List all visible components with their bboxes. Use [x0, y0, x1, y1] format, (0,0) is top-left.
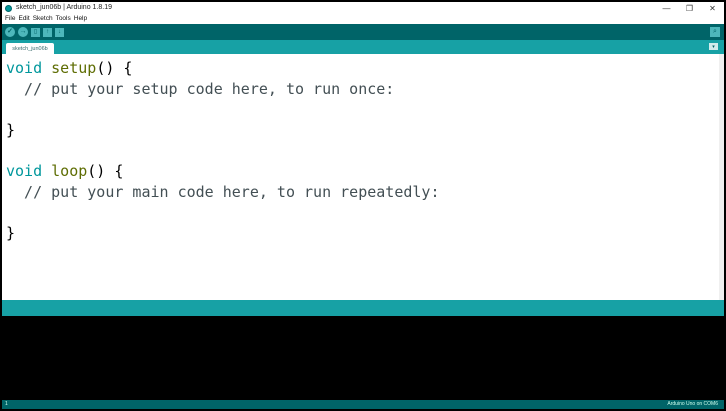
open-sketch-button[interactable]: ↑	[43, 27, 52, 37]
code-line-1: void setup() {	[6, 59, 132, 77]
code-line-4: }	[6, 121, 16, 139]
status-bar	[2, 300, 724, 316]
editor-scrollbar[interactable]	[719, 54, 724, 300]
upload-button[interactable]: →	[18, 27, 28, 37]
window-title: sketch_jun06b | Arduino 1.8.19	[16, 4, 113, 11]
code-line-9: }	[6, 224, 16, 242]
serial-monitor-button[interactable]: ⌕	[710, 27, 720, 37]
menu-tools[interactable]: Tools	[56, 14, 71, 24]
menu-edit[interactable]: Edit	[18, 14, 29, 24]
new-sketch-button[interactable]: ▯	[31, 27, 40, 37]
toolbar: ✓ → ▯ ↑ ↓ ⌕	[2, 24, 724, 40]
function-loop: loop	[51, 162, 88, 180]
menu-bar: File Edit Sketch Tools Help	[2, 14, 724, 24]
window-controls: — ❐ ✕	[655, 2, 724, 14]
menu-help[interactable]: Help	[74, 14, 87, 24]
code-line-7-comment: // put your main code here, to run repea…	[6, 183, 440, 201]
arduino-logo-icon	[5, 4, 12, 12]
footer-bar: 1 Arduino Uno on COM6	[2, 400, 724, 409]
tab-bar: sketch_jun06b ▾	[2, 40, 724, 54]
keyword-void: void	[6, 59, 43, 77]
save-sketch-button[interactable]: ↓	[55, 27, 64, 37]
code-line-6: void loop() {	[6, 162, 123, 180]
verify-button[interactable]: ✓	[5, 27, 15, 37]
code-punct: () {	[87, 162, 124, 180]
code-line-2-comment: // put your setup code here, to run once…	[6, 80, 395, 98]
menu-sketch[interactable]: Sketch	[33, 14, 53, 24]
function-setup: setup	[51, 59, 97, 77]
maximize-button[interactable]: ❐	[678, 2, 701, 14]
menu-file[interactable]: File	[5, 14, 15, 24]
tab-sketch-jun06b[interactable]: sketch_jun06b	[6, 43, 54, 54]
arduino-ide-window: sketch_jun06b | Arduino 1.8.19 — ❐ ✕ Fil…	[2, 2, 724, 409]
code-punct: () {	[96, 59, 133, 77]
board-port-info: Arduino Uno on COM6	[667, 401, 718, 407]
console-output	[2, 316, 724, 400]
title-bar: sketch_jun06b | Arduino 1.8.19 — ❐ ✕	[2, 2, 724, 14]
code-editor[interactable]: void setup() { // put your setup code he…	[2, 54, 719, 300]
keyword-void: void	[6, 162, 43, 180]
close-button[interactable]: ✕	[701, 2, 724, 14]
line-number: 1	[5, 401, 8, 407]
minimize-button[interactable]: —	[655, 2, 678, 14]
tab-menu-chevron-down-icon[interactable]: ▾	[709, 43, 718, 50]
